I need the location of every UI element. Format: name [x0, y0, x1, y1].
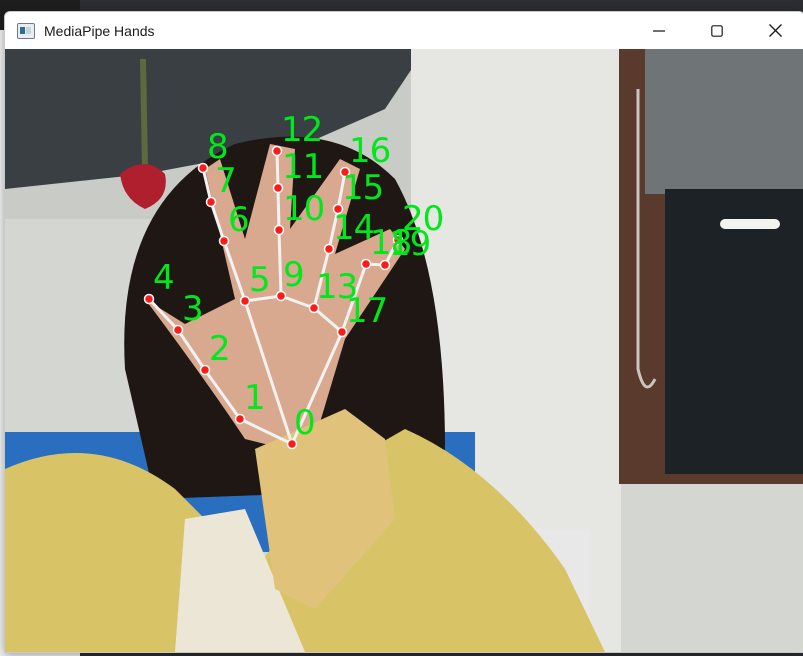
landmark-label-15: 15 — [342, 168, 384, 208]
landmark-label-16: 16 — [349, 131, 391, 171]
landmark-label-10: 10 — [283, 189, 325, 229]
landmark-label-4: 4 — [153, 258, 175, 298]
maximize-icon — [711, 24, 723, 37]
camera-scene — [5, 49, 803, 652]
landmark-label-8: 8 — [207, 127, 229, 167]
mediapipe-window: MediaPipe Hands 0 1 2 3 4 5 6 7 8 9 10 1… — [4, 11, 803, 653]
landmark-label-5: 5 — [249, 260, 271, 300]
landmark-label-12: 12 — [281, 110, 323, 150]
landmark-label-2: 2 — [209, 329, 231, 369]
landmark-label-6: 6 — [228, 200, 250, 240]
landmark-label-9: 9 — [283, 255, 305, 295]
close-icon — [768, 24, 782, 37]
landmark-label-11: 11 — [282, 147, 324, 187]
landmark-label-0: 0 — [294, 403, 316, 443]
title-bar[interactable]: MediaPipe Hands — [5, 12, 803, 49]
plant-stem — [140, 58, 148, 170]
app-window-icon — [17, 22, 35, 39]
minimize-icon — [653, 29, 665, 32]
window-light — [720, 219, 780, 229]
window-glass — [665, 189, 803, 474]
camera-feed: 0 1 2 3 4 5 6 7 8 9 10 11 12 13 14 15 16 17 18 19 20 — [5, 49, 803, 652]
landmark-label-3: 3 — [182, 289, 204, 329]
landmark-label-20: 20 — [402, 199, 444, 239]
hand-connection — [275, 150, 280, 189]
window-blind — [645, 49, 803, 194]
hand-connection — [277, 229, 283, 297]
window-controls — [630, 12, 803, 49]
landmark-label-1: 1 — [244, 378, 266, 418]
landmark-label-17: 17 — [346, 291, 388, 331]
close-button[interactable] — [746, 12, 803, 49]
landmark-label-14: 14 — [333, 208, 375, 248]
minimize-button[interactable] — [630, 12, 688, 49]
maximize-button[interactable] — [688, 12, 746, 49]
landmark-label-7: 7 — [215, 161, 237, 201]
hand-connection — [276, 187, 281, 231]
window-title: MediaPipe Hands — [44, 22, 155, 39]
